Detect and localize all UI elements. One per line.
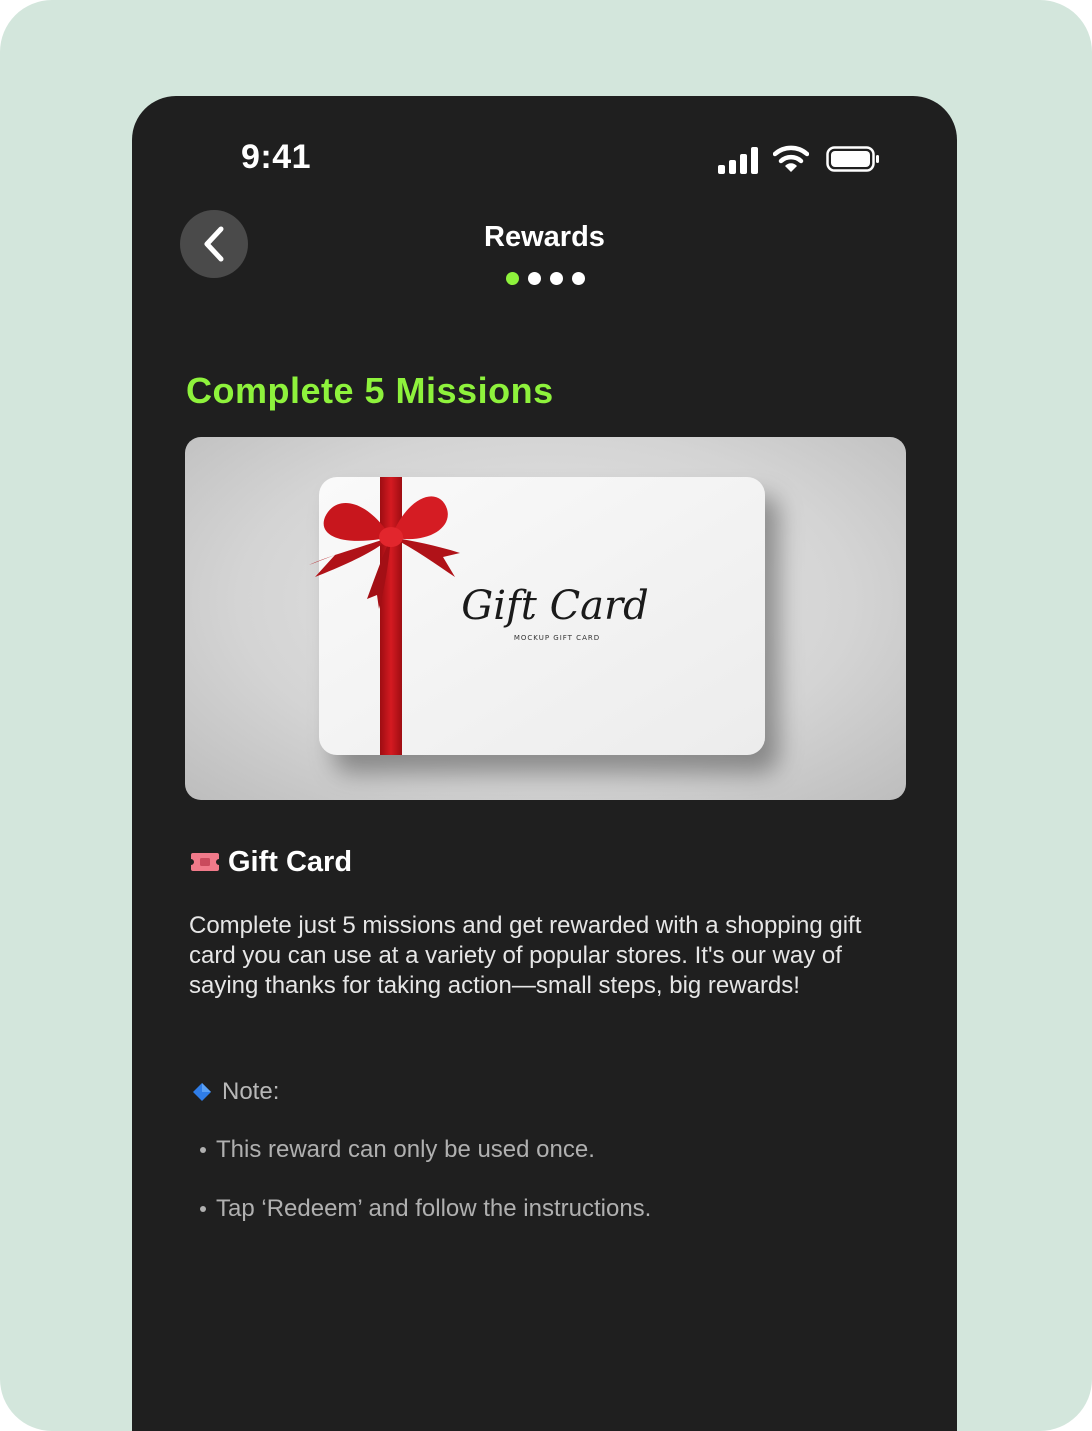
note-item-text: Tap ‘Redeem’ and follow the instructions… — [216, 1195, 652, 1222]
ticket-icon — [191, 853, 219, 871]
card-script-text: Gift Card — [461, 583, 649, 629]
pagination-dots — [506, 272, 585, 285]
phone-screen: 9:41 Rewards Complete 5 Missions Gift Ca… — [132, 96, 957, 1431]
pagination-dot — [572, 272, 585, 285]
status-icons — [716, 142, 886, 176]
diamond-icon — [193, 1083, 211, 1101]
note-item-text: This reward can only be used once. — [216, 1136, 595, 1163]
bullet — [200, 1147, 206, 1153]
wifi-icon — [773, 145, 809, 172]
bullet — [200, 1206, 206, 1212]
signal-icon — [718, 146, 760, 174]
gift-card-image: Gift Card MOCKUP GIFT CARD — [185, 437, 906, 800]
status-time: 9:41 — [241, 138, 312, 176]
pagination-dot-active — [506, 272, 519, 285]
note-item: Tap ‘Redeem’ and follow the instructions… — [200, 1195, 651, 1223]
reward-description: Complete just 5 missions and get rewarde… — [189, 912, 862, 999]
mission-title: Complete 5 Missions — [186, 370, 554, 411]
reward-name: Gift Card — [228, 845, 353, 878]
card-subtext: MOCKUP GIFT CARD — [514, 634, 600, 642]
reward-heading: Gift Card — [190, 844, 352, 880]
pagination-dot — [550, 272, 563, 285]
pagination-dot — [528, 272, 541, 285]
battery-icon — [826, 146, 879, 172]
note-heading: Note: — [192, 1076, 279, 1108]
background-frame: 9:41 Rewards Complete 5 Missions Gift Ca… — [0, 0, 1092, 1431]
note-label: Note: — [222, 1078, 280, 1105]
page-title: Rewards — [484, 221, 605, 253]
note-item: This reward can only be used once. — [200, 1136, 595, 1164]
